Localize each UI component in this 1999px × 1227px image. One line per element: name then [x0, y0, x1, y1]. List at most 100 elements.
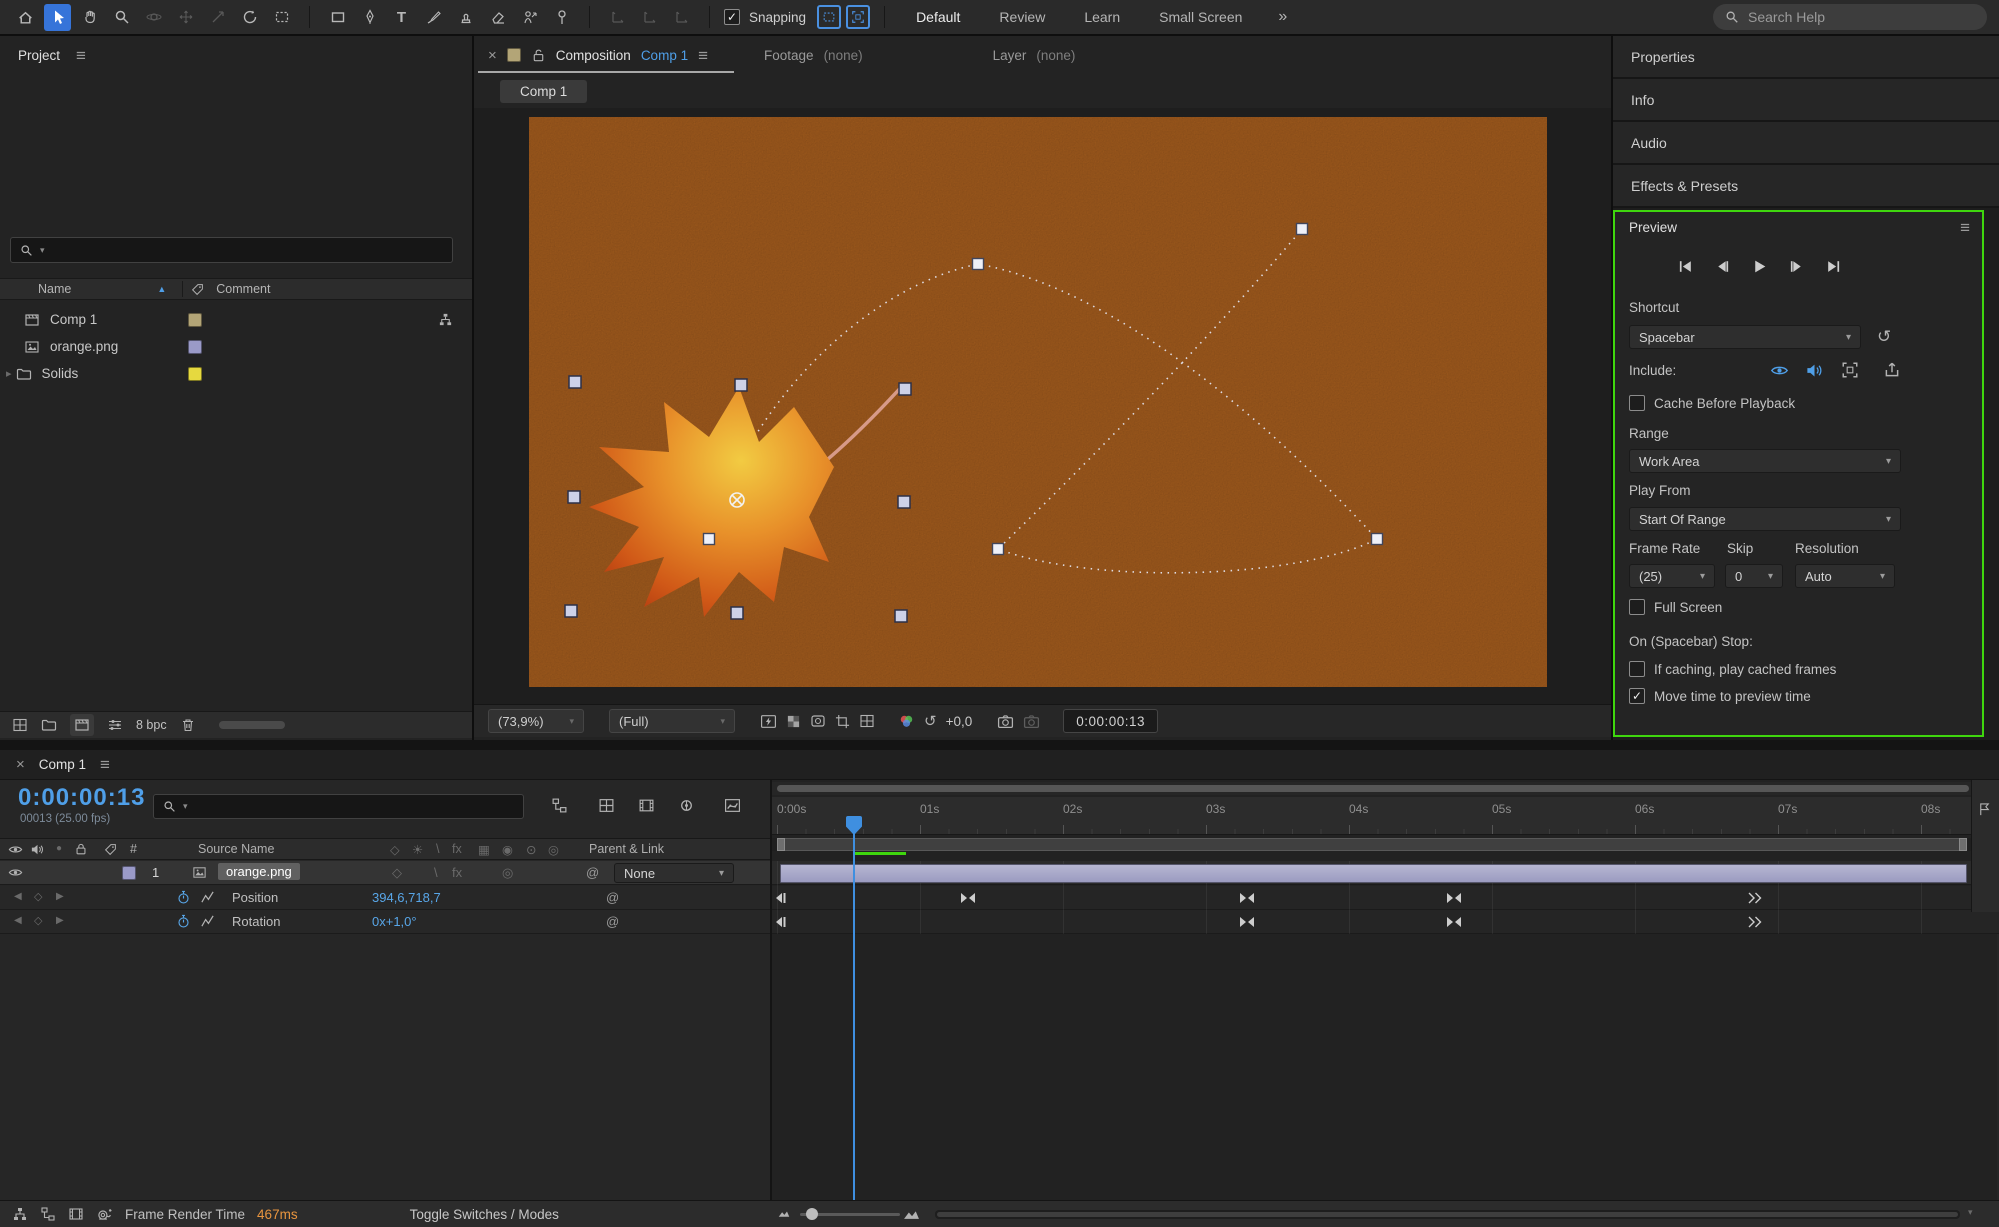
- layer-duration-bar[interactable]: [780, 864, 1967, 883]
- property-value[interactable]: 394,6,718,7: [372, 890, 441, 905]
- next-keyframe-icon[interactable]: ▶: [56, 915, 64, 926]
- switch-adjustment-icon[interactable]: ⊙: [526, 842, 536, 857]
- project-scrollbar[interactable]: [219, 721, 285, 729]
- caching-checkbox[interactable]: [1629, 661, 1645, 677]
- mask-visibility-icon[interactable]: [810, 713, 826, 729]
- label-swatch-comp[interactable]: [188, 313, 202, 327]
- panel-menu-icon[interactable]: ≡: [1960, 219, 1970, 236]
- close-panel-icon[interactable]: ×: [488, 48, 497, 63]
- timeline-zoom-thumb[interactable]: [806, 1208, 818, 1220]
- layer-row-1[interactable]: 1 orange.png ◇ \ fx ◎ @ None ▾: [0, 861, 770, 885]
- switch-3d-icon[interactable]: ◎: [548, 842, 559, 857]
- roto-brush-tool-icon[interactable]: [516, 4, 543, 31]
- switch-shy-icon[interactable]: ◇: [390, 842, 400, 857]
- column-name-label[interactable]: Name: [38, 282, 71, 296]
- close-panel-icon[interactable]: ×: [16, 757, 25, 772]
- include-overlays-icon[interactable]: [1841, 361, 1859, 379]
- time-ruler[interactable]: 0:00s 01s 02s 03s 04s 05s 06s 07s 08s: [772, 797, 1999, 835]
- panel-menu-icon[interactable]: ≡: [76, 47, 86, 64]
- solo-column-icon[interactable]: ●: [56, 843, 62, 854]
- viewer-timecode[interactable]: 0:00:00:13: [1063, 709, 1158, 733]
- snapshot-camera-icon[interactable]: [997, 713, 1014, 730]
- keyframe-icon[interactable]: [1747, 892, 1763, 904]
- home-icon[interactable]: [12, 4, 39, 31]
- rotation-tool-icon[interactable]: [236, 4, 263, 31]
- snap-along-edges-icon[interactable]: [817, 5, 841, 29]
- switch-frame-blend-icon[interactable]: ▦: [478, 842, 490, 857]
- color-depth-button[interactable]: 8 bpc: [136, 718, 167, 732]
- property-pickwhip-icon[interactable]: @: [606, 890, 619, 905]
- layer-number-column[interactable]: #: [130, 842, 137, 856]
- frame-rate-dropdown[interactable]: (25) ▾: [1629, 564, 1715, 588]
- fast-previews-icon[interactable]: [760, 713, 777, 730]
- layer-tab-label[interactable]: Layer: [993, 48, 1027, 63]
- layer-switch-motion-blur[interactable]: ◎: [502, 865, 513, 881]
- expander-icon[interactable]: ▸: [6, 367, 12, 380]
- view-axis-mode-icon[interactable]: [668, 4, 695, 31]
- add-keyframe-icon[interactable]: ◇: [34, 890, 42, 903]
- stopwatch-icon[interactable]: [176, 914, 191, 929]
- resolution-dropdown[interactable]: (Full) ▾: [609, 709, 735, 733]
- keyframe-icon[interactable]: [1446, 892, 1462, 904]
- workspace-overflow-chevron[interactable]: »: [1264, 8, 1301, 26]
- snap-to-features-icon[interactable]: [846, 5, 870, 29]
- work-area-start-handle[interactable]: [777, 838, 785, 851]
- composition-tab-value[interactable]: Comp 1: [641, 48, 688, 63]
- exposure-value[interactable]: +0,0: [946, 714, 973, 729]
- workspace-learn[interactable]: Learn: [1067, 9, 1137, 25]
- playhead-line[interactable]: [853, 829, 855, 1200]
- comp-tab[interactable]: Comp 1: [500, 80, 587, 103]
- current-timecode[interactable]: 0:00:00:13: [18, 784, 145, 812]
- interpret-footage-icon[interactable]: [12, 717, 28, 733]
- show-snapshot-icon[interactable]: [1023, 713, 1040, 730]
- switch-effects-icon[interactable]: fx: [452, 842, 462, 856]
- prev-keyframe-icon[interactable]: ◀: [14, 915, 22, 926]
- keyframe-icon[interactable]: [1239, 916, 1255, 928]
- shortcut-dropdown[interactable]: Spacebar ▾: [1629, 325, 1861, 349]
- layer-eye-icon[interactable]: [8, 865, 23, 880]
- project-settings-icon[interactable]: [107, 717, 123, 733]
- prev-keyframe-icon[interactable]: ◀: [14, 891, 22, 902]
- cache-before-playback-checkbox[interactable]: [1629, 395, 1645, 411]
- source-name-column[interactable]: Source Name: [198, 842, 274, 856]
- comp-marker-bin-icon[interactable]: [1977, 802, 1992, 817]
- switch-quality-icon[interactable]: \: [436, 842, 439, 856]
- stopwatch-icon[interactable]: [176, 890, 191, 905]
- keyframe-icon[interactable]: [1747, 916, 1763, 928]
- range-dropdown[interactable]: Work Area ▾: [1629, 449, 1901, 473]
- label-swatch-footage[interactable]: [188, 340, 202, 354]
- timeline-search-input[interactable]: ▾: [153, 794, 524, 819]
- reset-exposure-icon[interactable]: ↺: [924, 712, 937, 730]
- time-navigator-track[interactable]: [772, 782, 1999, 795]
- sort-ascending-icon[interactable]: ▲: [157, 284, 166, 294]
- column-comment-label[interactable]: Comment: [216, 282, 270, 296]
- add-keyframe-icon[interactable]: ◇: [34, 914, 42, 927]
- graph-editor-icon[interactable]: [724, 797, 741, 814]
- footage-tab-label[interactable]: Footage: [764, 48, 814, 63]
- project-panel-tab[interactable]: Project ≡: [0, 36, 472, 74]
- last-frame-icon[interactable]: [1821, 254, 1845, 278]
- skip-dropdown[interactable]: 0 ▾: [1725, 564, 1783, 588]
- zoom-in-mountain-icon[interactable]: [903, 1205, 920, 1222]
- project-search-input[interactable]: ▾: [10, 237, 453, 263]
- keyframe-icon[interactable]: [1239, 892, 1255, 904]
- timeline-comp-tab[interactable]: Comp 1: [39, 757, 86, 772]
- layer-switch-shy[interactable]: ◇: [392, 865, 402, 881]
- audio-column-speaker-icon[interactable]: [30, 842, 45, 857]
- label-color-column-icon[interactable]: [191, 283, 204, 296]
- selection-tool-icon[interactable]: [44, 4, 71, 31]
- include-audio-speaker-icon[interactable]: [1805, 361, 1824, 380]
- region-of-interest-icon[interactable]: [268, 4, 295, 31]
- layer-label-swatch[interactable]: [122, 866, 136, 880]
- composition-tab-label[interactable]: Composition: [556, 48, 631, 63]
- keyframe-icon[interactable]: [774, 916, 790, 928]
- panel-menu-icon[interactable]: ≡: [698, 47, 708, 64]
- composition-canvas[interactable]: [529, 117, 1547, 687]
- property-graph-icon[interactable]: [200, 890, 215, 905]
- switch-collapse-icon[interactable]: ☀: [412, 842, 423, 857]
- preview-panel-title[interactable]: Preview: [1629, 220, 1677, 235]
- orbit-camera-tool-icon[interactable]: [140, 4, 167, 31]
- type-tool-icon[interactable]: T: [388, 4, 415, 31]
- property-row-rotation[interactable]: ◀ ◇ ▶ Rotation 0x+1,0° @: [0, 910, 770, 934]
- zoom-tool-icon[interactable]: [108, 4, 135, 31]
